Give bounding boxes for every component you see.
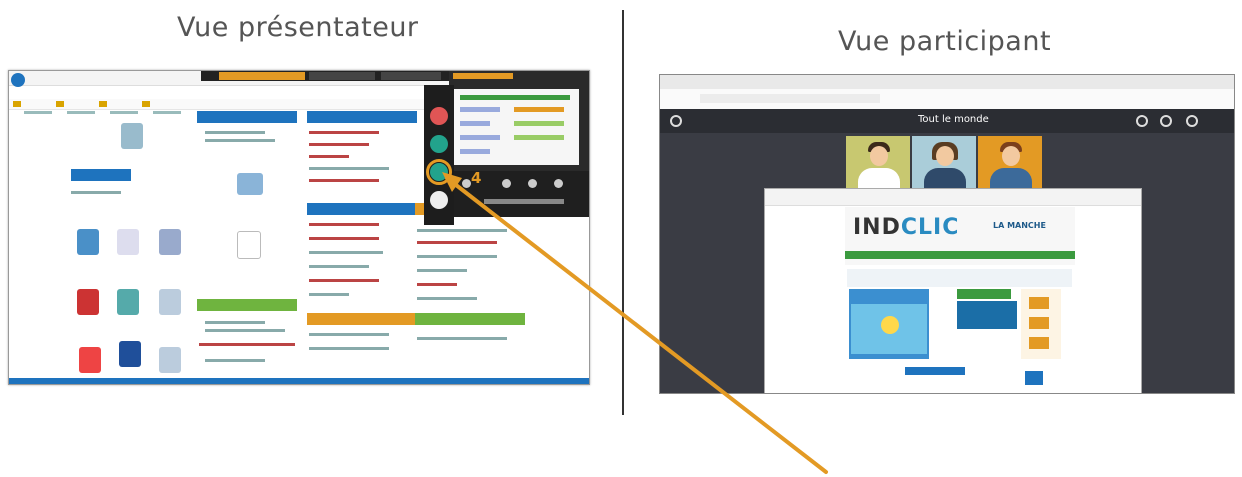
annotation-arrow bbox=[442, 172, 828, 474]
